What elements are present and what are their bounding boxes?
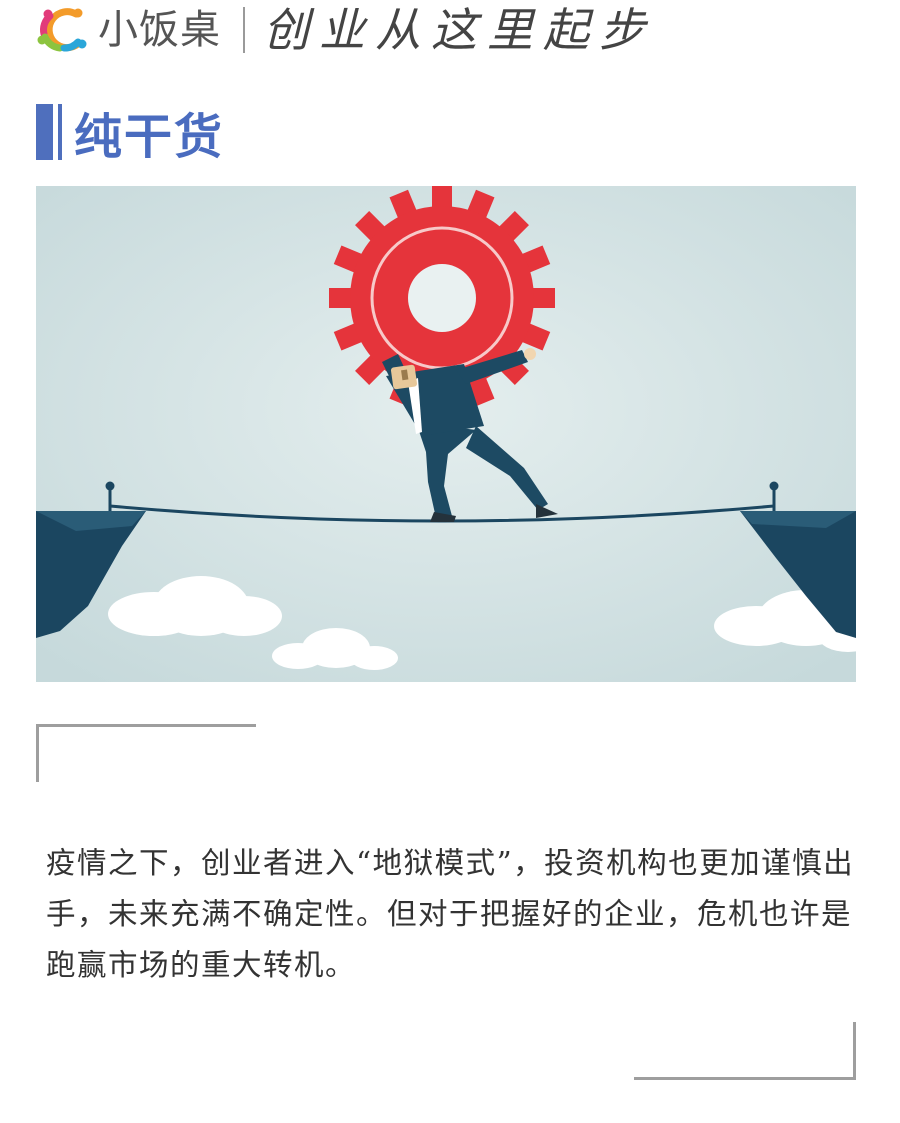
header-divider bbox=[243, 7, 245, 53]
section-title: 纯干货 bbox=[74, 109, 225, 165]
brand-logo-icon bbox=[37, 8, 87, 52]
quote-frame-bottom-right bbox=[634, 1022, 856, 1080]
article-paragraph: 疫情之下，创业者进入“地狱模式”，投资机构也更加谨慎出手，未来充满不确定性。但对… bbox=[46, 846, 855, 982]
header: 小饭桌 创业从这里起步 bbox=[36, 4, 655, 56]
quote-frame-top-left bbox=[36, 724, 256, 782]
tightrope-gear-illustration bbox=[36, 186, 856, 682]
hero-illustration bbox=[36, 186, 856, 682]
brand-name: 小饭桌 bbox=[98, 7, 221, 53]
slogan: 创业从这里起步 bbox=[263, 3, 655, 57]
title-accent-line bbox=[58, 104, 62, 160]
section-heading: 纯干货 bbox=[36, 104, 224, 165]
title-accent-bar bbox=[36, 104, 53, 160]
